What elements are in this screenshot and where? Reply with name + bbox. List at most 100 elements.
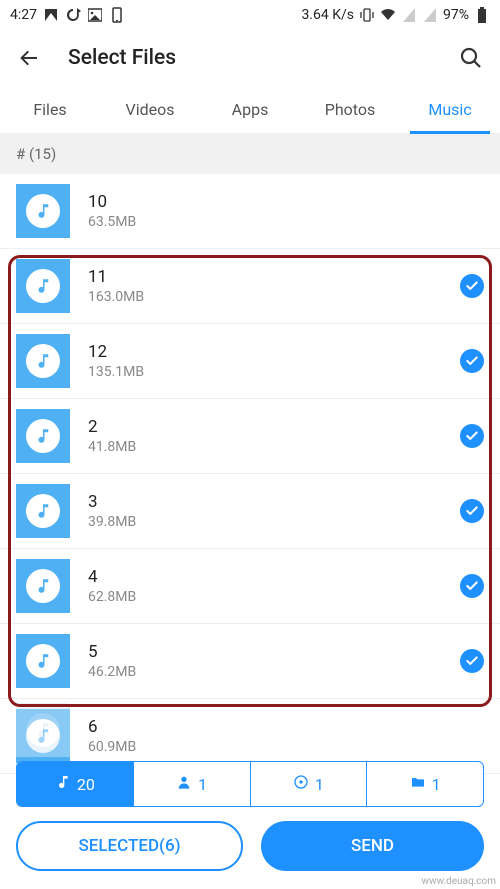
music-note-icon <box>26 269 60 303</box>
section-header[interactable]: # (15) <box>0 134 500 174</box>
selected-check-icon <box>460 424 484 448</box>
file-name: 3 <box>88 492 460 512</box>
file-size: 63.5MB <box>88 214 484 230</box>
file-info: 6 60.9MB <box>88 717 484 755</box>
status-time: 4:27 <box>10 7 37 23</box>
tab-label: Photos <box>325 100 376 119</box>
selected-label: SELECTED(6) <box>78 836 180 856</box>
tab-music[interactable]: Music <box>400 86 500 133</box>
status-image-icon <box>87 7 103 23</box>
selected-check-icon <box>460 349 484 373</box>
music-note-icon <box>26 494 60 528</box>
music-thumbnail <box>16 409 70 463</box>
file-size: 62.8MB <box>88 589 460 605</box>
list-item[interactable]: 5 46.2MB <box>0 624 500 699</box>
list-item[interactable]: 12 135.1MB <box>0 324 500 399</box>
status-wifi-icon <box>380 7 396 23</box>
back-button[interactable] <box>16 45 42 71</box>
status-bar: 4:27 3.64 K/s 97% <box>0 0 500 30</box>
filter-artists[interactable]: 1 <box>134 762 251 806</box>
status-sim1-icon <box>401 7 417 23</box>
music-thumbnail <box>16 634 70 688</box>
music-note-icon <box>26 644 60 678</box>
status-phone-icon <box>109 7 125 23</box>
filter-albums[interactable]: 1 <box>251 762 368 806</box>
tab-videos[interactable]: Videos <box>100 86 200 133</box>
file-size: 39.8MB <box>88 514 460 530</box>
tab-label: Files <box>33 100 66 119</box>
file-name: 6 <box>88 717 484 737</box>
file-info: 2 41.8MB <box>88 417 460 455</box>
file-info: 12 135.1MB <box>88 342 460 380</box>
file-info: 11 163.0MB <box>88 267 460 305</box>
music-note-icon <box>26 419 60 453</box>
tabs: Files Videos Apps Photos Music <box>0 86 500 134</box>
status-vibrate-icon <box>359 7 375 23</box>
file-size: 135.1MB <box>88 364 460 380</box>
tab-label: Apps <box>232 100 269 119</box>
file-name: 10 <box>88 192 484 212</box>
send-button[interactable]: SEND <box>261 821 484 871</box>
selected-check-icon <box>460 274 484 298</box>
file-name: 12 <box>88 342 460 362</box>
music-thumbnail <box>16 334 70 388</box>
status-sim2-icon <box>422 7 438 23</box>
selected-check-icon <box>460 649 484 673</box>
file-size: 60.9MB <box>88 739 484 755</box>
music-thumbnail <box>16 559 70 613</box>
music-note-icon <box>55 774 71 794</box>
tab-label: Music <box>428 100 471 119</box>
file-size: 46.2MB <box>88 664 460 680</box>
selected-check-icon <box>460 499 484 523</box>
list-item[interactable]: 2 41.8MB <box>0 399 500 474</box>
selected-button[interactable]: SELECTED(6) <box>16 821 243 871</box>
file-info: 3 39.8MB <box>88 492 460 530</box>
status-battery-text: 97% <box>443 7 469 23</box>
file-name: 5 <box>88 642 460 662</box>
app-bar: Select Files <box>0 30 500 86</box>
section-label: # (15) <box>16 145 56 163</box>
filter-folders[interactable]: 1 <box>367 762 483 806</box>
music-note-icon <box>26 569 60 603</box>
list-item[interactable]: 11 163.0MB <box>0 249 500 324</box>
tab-files[interactable]: Files <box>0 86 100 133</box>
filter-count: 1 <box>198 775 207 794</box>
file-name: 11 <box>88 267 460 287</box>
bottom-bar: SELECTED(6) SEND <box>16 821 484 871</box>
list-item[interactable]: 4 62.8MB <box>0 549 500 624</box>
file-list: 10 63.5MB 11 163.0MB 12 135.1MB 2 41.8MB 3 39.8MB… <box>0 174 500 774</box>
music-thumbnail <box>16 184 70 238</box>
filter-count: 20 <box>77 775 95 794</box>
selected-check-icon <box>460 574 484 598</box>
music-thumbnail <box>16 259 70 313</box>
status-sync-icon <box>65 7 81 23</box>
search-button[interactable] <box>458 45 484 71</box>
tab-photos[interactable]: Photos <box>300 86 400 133</box>
file-name: 2 <box>88 417 460 437</box>
tab-apps[interactable]: Apps <box>200 86 300 133</box>
status-network-speed: 3.64 K/s <box>301 7 354 23</box>
file-info: 4 62.8MB <box>88 567 460 605</box>
filter-count: 1 <box>432 775 441 794</box>
file-size: 41.8MB <box>88 439 460 455</box>
filter-songs[interactable]: 20 <box>17 762 134 806</box>
folder-icon <box>410 774 426 794</box>
page-title: Select Files <box>68 46 432 70</box>
tab-label: Videos <box>126 100 175 119</box>
status-app-icon <box>43 7 59 23</box>
filter-bar: 20 1 1 1 <box>16 761 484 807</box>
list-item-ghost <box>16 703 88 757</box>
list-item[interactable]: 10 63.5MB <box>0 174 500 249</box>
watermark: www.deuaq.com <box>422 876 497 887</box>
person-icon <box>176 774 192 794</box>
filter-count: 1 <box>315 775 324 794</box>
disc-icon <box>293 774 309 794</box>
file-name: 4 <box>88 567 460 587</box>
file-info: 5 46.2MB <box>88 642 460 680</box>
music-note-icon <box>26 344 60 378</box>
file-info: 10 63.5MB <box>88 192 484 230</box>
file-size: 163.0MB <box>88 289 460 305</box>
status-battery-icon <box>474 7 490 23</box>
music-note-icon <box>26 194 60 228</box>
list-item[interactable]: 3 39.8MB <box>0 474 500 549</box>
